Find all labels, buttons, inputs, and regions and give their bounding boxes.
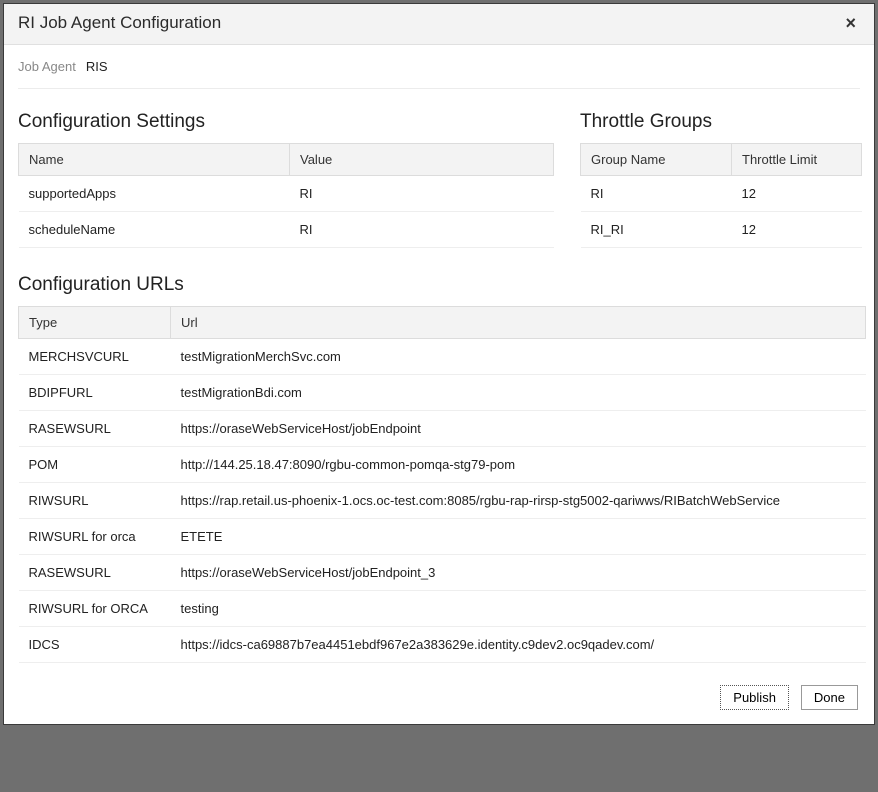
dialog-footer: Publish Done (4, 671, 874, 724)
dialog-body: Job Agent RIS Configuration Settings Nam… (4, 45, 874, 671)
cell-type: RIWSURL for ORCA (19, 591, 171, 627)
col-throttle-limit: Throttle Limit (732, 144, 862, 176)
table-row: MERCHSVCURL testMigrationMerchSvc.com (19, 339, 866, 375)
table-row: BDIPFURL testMigrationBdi.com (19, 375, 866, 411)
cell-url: https://oraseWebServiceHost/jobEndpoint (171, 411, 866, 447)
cell-type: RASEWSURL (19, 555, 171, 591)
col-name: Name (19, 144, 290, 176)
close-icon[interactable]: × (841, 12, 860, 34)
table-row: POM http://144.25.18.47:8090/rgbu-common… (19, 447, 866, 483)
throttle-groups-table: Group Name Throttle Limit RI 12 RI_RI 12 (580, 143, 862, 248)
cell-type: RASEWSURL (19, 411, 171, 447)
table-row: RASEWSURL https://oraseWebServiceHost/jo… (19, 555, 866, 591)
titlebar: RI Job Agent Configuration × (4, 4, 874, 45)
cell-limit: 12 (732, 212, 862, 248)
throttle-groups-title: Throttle Groups (580, 111, 862, 133)
cell-type: POM (19, 447, 171, 483)
cell-group: RI (581, 176, 732, 212)
cell-url: testMigrationBdi.com (171, 375, 866, 411)
table-row: RIWSURL for ORCA testing (19, 591, 866, 627)
col-type: Type (19, 307, 171, 339)
cell-type: MERCHSVCURL (19, 339, 171, 375)
cell-url: testing (171, 591, 866, 627)
cell-url: https://rap.retail.us-phoenix-1.ocs.oc-t… (171, 483, 866, 519)
cell-type: BDIPFURL (19, 375, 171, 411)
table-row: RASEWSURL https://oraseWebServiceHost/jo… (19, 411, 866, 447)
cell-value: RI (290, 212, 554, 248)
table-row: RIWSURL for orca ETETE (19, 519, 866, 555)
cell-limit: 12 (732, 176, 862, 212)
cell-url: testMigrationMerchSvc.com (171, 339, 866, 375)
table-header-row: Name Value (19, 144, 554, 176)
col-group-name: Group Name (581, 144, 732, 176)
throttle-groups-panel: Throttle Groups Group Name Throttle Limi… (580, 111, 862, 248)
table-row: IDCS https://idcs-ca69887b7ea4451ebdf967… (19, 627, 866, 663)
cell-type: RIWSURL for orca (19, 519, 171, 555)
config-urls-title: Configuration URLs (18, 274, 866, 296)
cell-name: scheduleName (19, 212, 290, 248)
dialog: RI Job Agent Configuration × Job Agent R… (3, 3, 875, 725)
top-grid: Configuration Settings Name Value suppor… (18, 111, 860, 248)
cell-type: RIWSURL (19, 483, 171, 519)
config-settings-table: Name Value supportedApps RI scheduleName… (18, 143, 554, 248)
cell-url: http://144.25.18.47:8090/rgbu-common-pom… (171, 447, 866, 483)
table-row: RIWSURL https://rap.retail.us-phoenix-1.… (19, 483, 866, 519)
job-agent-value: RIS (86, 59, 108, 74)
cell-value: RI (290, 176, 554, 212)
table-header-row: Type Url (19, 307, 866, 339)
config-settings-panel: Configuration Settings Name Value suppor… (18, 111, 554, 248)
config-settings-title: Configuration Settings (18, 111, 554, 133)
dialog-title: RI Job Agent Configuration (18, 13, 221, 33)
cell-name: supportedApps (19, 176, 290, 212)
cell-url: ETETE (171, 519, 866, 555)
table-row: RI_RI 12 (581, 212, 862, 248)
config-urls-panel: Configuration URLs Type Url MERCHSVCURL … (18, 274, 866, 663)
cell-url: https://idcs-ca69887b7ea4451ebdf967e2a38… (171, 627, 866, 663)
done-button[interactable]: Done (801, 685, 858, 710)
table-row: scheduleName RI (19, 212, 554, 248)
publish-button[interactable]: Publish (720, 685, 789, 710)
cell-url: https://oraseWebServiceHost/jobEndpoint_… (171, 555, 866, 591)
config-urls-table: Type Url MERCHSVCURL testMigrationMerchS… (18, 306, 866, 663)
job-agent-row: Job Agent RIS (18, 59, 860, 89)
cell-type: IDCS (19, 627, 171, 663)
table-header-row: Group Name Throttle Limit (581, 144, 862, 176)
table-row: RI 12 (581, 176, 862, 212)
col-url: Url (171, 307, 866, 339)
cell-group: RI_RI (581, 212, 732, 248)
table-row: supportedApps RI (19, 176, 554, 212)
col-value: Value (290, 144, 554, 176)
job-agent-label: Job Agent (18, 59, 76, 74)
